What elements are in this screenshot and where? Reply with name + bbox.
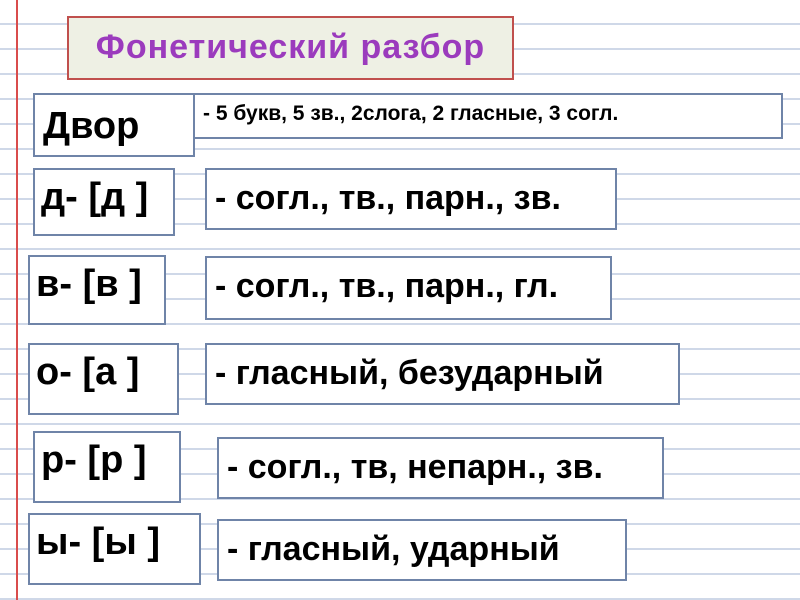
letter-text-2: в- [в ] <box>36 263 142 305</box>
word-box: Двор <box>33 93 195 157</box>
letter-box-5: ы- [ы ] <box>28 513 201 585</box>
letter-box-1: д- [д ] <box>33 168 175 236</box>
description-box-3: - гласный, безударный <box>205 343 680 405</box>
word-description-box: - 5 букв, 5 зв., 2слога, 2 гласные, 3 со… <box>193 93 783 139</box>
description-box-4: - согл., тв, непарн., зв. <box>217 437 664 499</box>
letter-text-1: д- [д ] <box>41 176 149 218</box>
description-box-2: - согл., тв., парн., гл. <box>205 256 612 320</box>
description-text-5: - гласный, ударный <box>227 530 560 568</box>
description-text-1: - согл., тв., парн., зв. <box>215 179 561 217</box>
description-text-4: - согл., тв, непарн., зв. <box>227 448 603 486</box>
letter-text-5: ы- [ы ] <box>36 521 160 563</box>
letter-text-3: о- [а ] <box>36 351 140 393</box>
title-text: Фонетический разбор <box>95 28 486 66</box>
letter-box-2: в- [в ] <box>28 255 166 325</box>
letter-text-4: р- [р ] <box>41 439 147 481</box>
letter-box-4: р- [р ] <box>33 431 181 503</box>
description-box-5: - гласный, ударный <box>217 519 627 581</box>
description-box-1: - согл., тв., парн., зв. <box>205 168 617 230</box>
word-description-text: - 5 букв, 5 зв., 2слога, 2 гласные, 3 со… <box>203 102 619 125</box>
description-text-3: - гласный, безударный <box>215 354 604 392</box>
letter-box-3: о- [а ] <box>28 343 179 415</box>
description-text-2: - согл., тв., парн., гл. <box>215 267 559 305</box>
page-title: Фонетический разбор <box>67 16 514 80</box>
word-text: Двор <box>43 105 140 147</box>
